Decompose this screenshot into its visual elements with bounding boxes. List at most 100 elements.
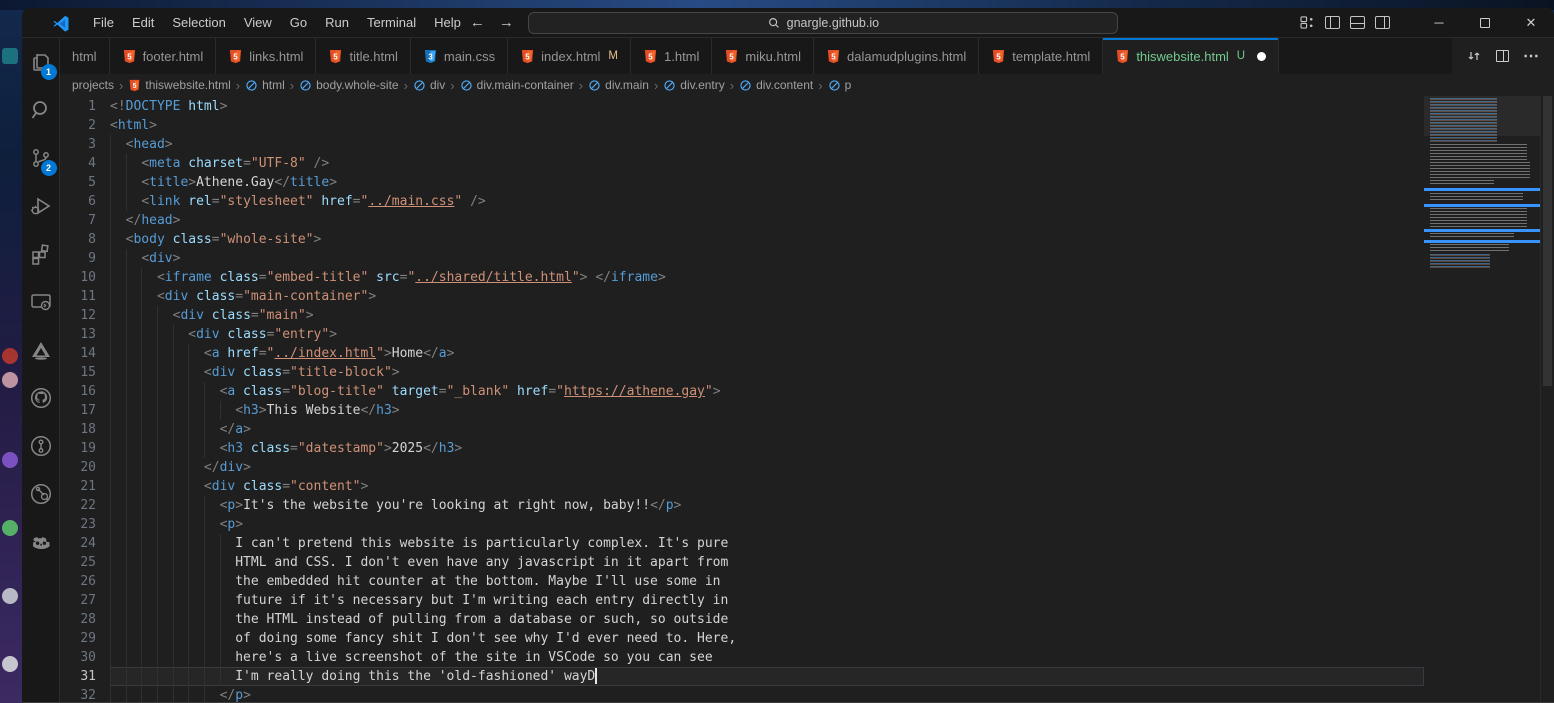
scrollbar-thumb[interactable]	[1543, 96, 1552, 386]
activity-github-icon[interactable]	[22, 374, 60, 422]
activity-gitlens-icon[interactable]	[22, 422, 60, 470]
open-changes-icon[interactable]	[1466, 48, 1482, 64]
code-line-30[interactable]: 30 here's a live screenshot of the site …	[60, 648, 1424, 667]
code-line-26[interactable]: 26 the embedded hit counter at the botto…	[60, 572, 1424, 591]
indent-guide	[141, 287, 142, 306]
toggle-primary-sidebar-button[interactable]	[1325, 16, 1340, 29]
breadcrumb-item-div-content[interactable]: div.content	[739, 78, 813, 92]
code-line-19[interactable]: 19 <h3 class="datestamp">2025</h3>	[60, 439, 1424, 458]
code-line-5[interactable]: 5 <title>Athene.Gay</title>	[60, 173, 1424, 192]
breadcrumb-item-html[interactable]: html	[245, 78, 285, 92]
code-line-7[interactable]: 7 </head>	[60, 211, 1424, 230]
line-content: <div class="entry">	[110, 325, 1424, 344]
close-button[interactable]: ✕	[1508, 8, 1554, 37]
code-line-29[interactable]: 29 of doing some fancy shit I don't see …	[60, 629, 1424, 648]
menu-help[interactable]: Help	[425, 12, 470, 33]
code-line-14[interactable]: 14 <a href="../index.html">Home</a>	[60, 344, 1424, 363]
tab-links.html[interactable]: links.html	[216, 38, 316, 74]
breadcrumb-item-projects[interactable]: projects	[72, 78, 114, 92]
code-line-27[interactable]: 27 future if it's necessary but I'm writ…	[60, 591, 1424, 610]
toggle-panel-button[interactable]	[1350, 16, 1365, 29]
tab-thiswebsite.html[interactable]: thiswebsite.htmlU	[1103, 38, 1279, 74]
tab-miku.html[interactable]: miku.html	[712, 38, 814, 74]
breadcrumb-item-div-main-container[interactable]: div.main-container	[460, 78, 574, 92]
code-line-12[interactable]: 12 <div class="main">	[60, 306, 1424, 325]
code-line-2[interactable]: 2<html>	[60, 116, 1424, 135]
navigate-back-button[interactable]: ←	[470, 14, 485, 31]
code-line-17[interactable]: 17 <h3>This Website</h3>	[60, 401, 1424, 420]
code-line-25[interactable]: 25 HTML and CSS. I don't even have any j…	[60, 553, 1424, 572]
toggle-secondary-sidebar-button[interactable]	[1375, 16, 1390, 29]
command-center-search[interactable]: gnargle.github.io	[528, 12, 1118, 34]
code-line-24[interactable]: 24 I can't pretend this website is parti…	[60, 534, 1424, 553]
code-line-6[interactable]: 6 <link rel="stylesheet" href="../main.c…	[60, 192, 1424, 211]
line-number: 9	[60, 249, 110, 268]
minimap[interactable]	[1424, 96, 1540, 702]
activity-git-pullrequest-icon[interactable]	[22, 470, 60, 518]
code-line-21[interactable]: 21 <div class="content">	[60, 477, 1424, 496]
indent-guide	[157, 477, 158, 496]
activity-source-control-icon[interactable]: 2	[22, 134, 60, 182]
split-editor-icon[interactable]	[1496, 50, 1509, 62]
activity-triangle-a-extension-icon[interactable]	[22, 326, 60, 374]
indent-guide	[188, 344, 189, 363]
menu-file[interactable]: File	[84, 12, 123, 33]
menu-run[interactable]: Run	[316, 12, 358, 33]
code-line-10[interactable]: 10 <iframe class="embed-title" src="../s…	[60, 268, 1424, 287]
more-actions-icon[interactable]: ⋯	[1523, 46, 1540, 66]
code-line-22[interactable]: 22 <p>It's the website you're looking at…	[60, 496, 1424, 515]
editor-scrollbar[interactable]	[1540, 96, 1554, 702]
code-line-3[interactable]: 3 <head>	[60, 135, 1424, 154]
menu-edit[interactable]: Edit	[123, 12, 163, 33]
code-line-9[interactable]: 9 <div>	[60, 249, 1424, 268]
tab-label: title.html	[349, 49, 397, 64]
menu-view[interactable]: View	[235, 12, 281, 33]
menu-selection[interactable]: Selection	[163, 12, 234, 33]
menu-terminal[interactable]: Terminal	[358, 12, 425, 33]
code-line-18[interactable]: 18 </a>	[60, 420, 1424, 439]
indent-guide	[204, 667, 205, 686]
tab-html[interactable]: html	[60, 38, 110, 74]
tab-1.html[interactable]: 1.html	[631, 38, 712, 74]
code-line-8[interactable]: 8 <body class="whole-site">	[60, 230, 1424, 249]
code-line-20[interactable]: 20 </div>	[60, 458, 1424, 477]
tab-index.html[interactable]: index.htmlM	[508, 38, 631, 74]
maximize-button[interactable]	[1462, 8, 1508, 37]
breadcrumb-item-thiswebsite-html[interactable]: thiswebsite.html	[128, 78, 230, 92]
breadcrumb-item-div-main[interactable]: div.main	[588, 78, 649, 92]
code-line-11[interactable]: 11 <div class="main-container">	[60, 287, 1424, 306]
activity-run-debug-icon[interactable]	[22, 182, 60, 230]
tab-main.css[interactable]: main.css	[411, 38, 508, 74]
code-line-23[interactable]: 23 <p>	[60, 515, 1424, 534]
tab-title.html[interactable]: title.html	[316, 38, 410, 74]
activity-search-icon[interactable]	[22, 86, 60, 134]
breadcrumb-item-div[interactable]: div	[413, 78, 445, 92]
line-number: 18	[60, 420, 110, 439]
menu-go[interactable]: Go	[281, 12, 316, 33]
navigate-forward-button[interactable]: →	[499, 14, 514, 31]
breadcrumb-item-p[interactable]: p	[828, 78, 852, 92]
code-line-13[interactable]: 13 <div class="entry">	[60, 325, 1424, 344]
indent-guide	[141, 534, 142, 553]
code-editor[interactable]: 1<!DOCTYPE html>2<html>3 <head>4 <meta c…	[60, 96, 1424, 702]
code-line-16[interactable]: 16 <a class="blog-title" target="_blank"…	[60, 382, 1424, 401]
breadcrumb-item-div-entry[interactable]: div.entry	[663, 78, 724, 92]
code-line-1[interactable]: 1<!DOCTYPE html>	[60, 97, 1424, 116]
activity-extensions-icon[interactable]	[22, 230, 60, 278]
minimize-button[interactable]: ─	[1416, 8, 1462, 37]
activity-godot-tools-icon[interactable]	[22, 518, 60, 566]
activity-remote-explorer-icon[interactable]	[22, 278, 60, 326]
customize-layout-button[interactable]	[1300, 16, 1315, 29]
unsaved-dot-icon[interactable]	[1257, 52, 1266, 61]
html-file-icon	[122, 49, 137, 64]
tab-template.html[interactable]: template.html	[979, 38, 1103, 74]
tab-footer.html[interactable]: footer.html	[110, 38, 217, 74]
code-line-32[interactable]: 32 </p>	[60, 686, 1424, 702]
code-line-28[interactable]: 28 the HTML instead of pulling from a da…	[60, 610, 1424, 629]
code-line-15[interactable]: 15 <div class="title-block">	[60, 363, 1424, 382]
activity-explorer-icon[interactable]: 1	[22, 38, 60, 86]
code-line-31[interactable]: 31 I'm really doing this the 'old-fashio…	[60, 667, 1424, 686]
code-line-4[interactable]: 4 <meta charset="UTF-8" />	[60, 154, 1424, 173]
breadcrumb-item-body-whole-site[interactable]: body.whole-site	[299, 78, 399, 92]
tab-dalamudplugins.html[interactable]: dalamudplugins.html	[814, 38, 979, 74]
